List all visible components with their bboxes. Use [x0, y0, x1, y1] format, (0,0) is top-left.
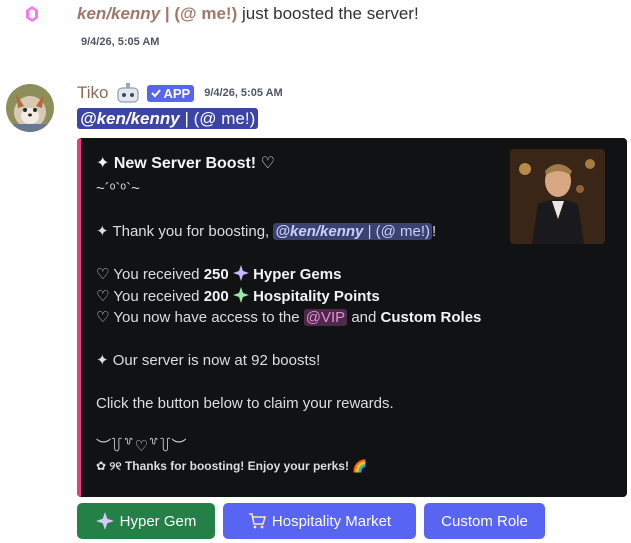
- gems-label: Hyper Gems: [253, 266, 342, 283]
- user-mention-name: @ken/kenny: [80, 109, 180, 128]
- check-icon: [150, 89, 161, 98]
- points-amount: 200: [203, 287, 229, 305]
- user-mention-suffix: | (@ me!): [184, 109, 256, 128]
- thank-you-line: ✦ Thank you for boosting, @ken/kenny | (…: [96, 221, 481, 243]
- points-label: Hospitality Points: [253, 287, 380, 305]
- message-header: Tiko APP 9/4/26, 5:05 AM: [77, 82, 283, 104]
- hospitality-sparkle-icon: [232, 286, 249, 303]
- system-username[interactable]: ken/kenny: [77, 4, 160, 23]
- avatar[interactable]: [6, 84, 54, 132]
- received-prefix-2: ♡ You received: [96, 287, 200, 305]
- message-content: @ken/kenny | (@ me!): [77, 108, 259, 129]
- claim-line: Click the button below to claim your rew…: [96, 395, 394, 412]
- system-username-suffix[interactable]: | (@ me!): [165, 4, 237, 23]
- embed-footer: ✿ ୨୧ Thanks for boosting! Enjoy your per…: [96, 459, 368, 473]
- access-prefix: ♡ You now have access to the: [96, 309, 300, 326]
- thank-suffix: !: [432, 223, 437, 240]
- action-row: Hyper Gem Hospitality Market Custom Role: [77, 503, 545, 539]
- embed-accent-bar: [77, 138, 81, 497]
- shopping-cart-icon: [248, 513, 266, 529]
- embed-user-mention-suffix: | (@ me!): [367, 223, 431, 240]
- embed-title: ✦ New Server Boost! ♡: [96, 155, 275, 172]
- system-boost-message: ken/kenny | (@ me!) just boosted the ser…: [0, 0, 631, 60]
- boost-gem-icon: [25, 5, 39, 23]
- embed-thumbnail[interactable]: [510, 149, 605, 244]
- embed-subtitle: ~´ᵒ`ᵒ`~: [96, 180, 140, 197]
- sparkle-icon: [95, 512, 114, 530]
- hyper-gem-button-label: Hyper Gem: [119, 512, 197, 530]
- message-timestamp: 9/4/26, 5:05 AM: [204, 87, 283, 99]
- embed-description: ~´ᵒ`ᵒ`~ ✦ Thank you for boosting, @ken/k…: [96, 178, 481, 458]
- hyper-gem-button[interactable]: Hyper Gem: [77, 503, 215, 539]
- access-and: and: [351, 309, 377, 326]
- bot-mascot-icon: [115, 82, 141, 104]
- divider-decoration: ︶꒦꒷♡꒷꒦︶: [96, 438, 187, 455]
- boost-count-line: ✦ Our server is now at 92 boosts!: [96, 352, 321, 369]
- user-mention[interactable]: @ken/kenny | (@ me!): [77, 108, 259, 129]
- received-prefix: ♡ You received: [96, 266, 200, 283]
- system-timestamp: 9/4/26, 5:05 AM: [81, 36, 160, 48]
- app-badge-label: APP: [163, 85, 191, 101]
- hospitality-market-button-label: Hospitality Market: [271, 512, 392, 530]
- points-reward-line: ♡ You received 200 Hospitality Points: [96, 286, 481, 308]
- vip-role-mention[interactable]: @VIP: [303, 309, 348, 326]
- app-badge: APP: [146, 84, 195, 102]
- hyper-gem-sparkle-icon: [232, 265, 249, 281]
- gems-amount: 250: [203, 266, 229, 283]
- gems-reward-line: ♡ You received 250 Hyper Gems: [96, 264, 481, 286]
- system-message-text: ken/kenny | (@ me!) just boosted the ser…: [77, 4, 419, 24]
- custom-roles-label: Custom Roles: [380, 309, 482, 326]
- embed-user-mention-name: @ken/kenny: [275, 223, 364, 240]
- custom-role-button[interactable]: Custom Role: [424, 503, 545, 539]
- custom-role-button-label: Custom Role: [441, 512, 528, 530]
- system-message-body: just boosted the server!: [241, 4, 419, 23]
- thank-prefix: ✦ Thank you for boosting,: [96, 223, 270, 240]
- embed-card: ✦ New Server Boost! ♡ ~´ᵒ`ᵒ`~ ✦ Thank yo…: [77, 138, 627, 497]
- hospitality-market-button[interactable]: Hospitality Market: [223, 503, 416, 539]
- embed-user-mention[interactable]: @ken/kenny | (@ me!): [273, 223, 433, 240]
- author-name[interactable]: Tiko: [77, 83, 109, 103]
- access-line: ♡ You now have access to the @VIP and Cu…: [96, 307, 481, 329]
